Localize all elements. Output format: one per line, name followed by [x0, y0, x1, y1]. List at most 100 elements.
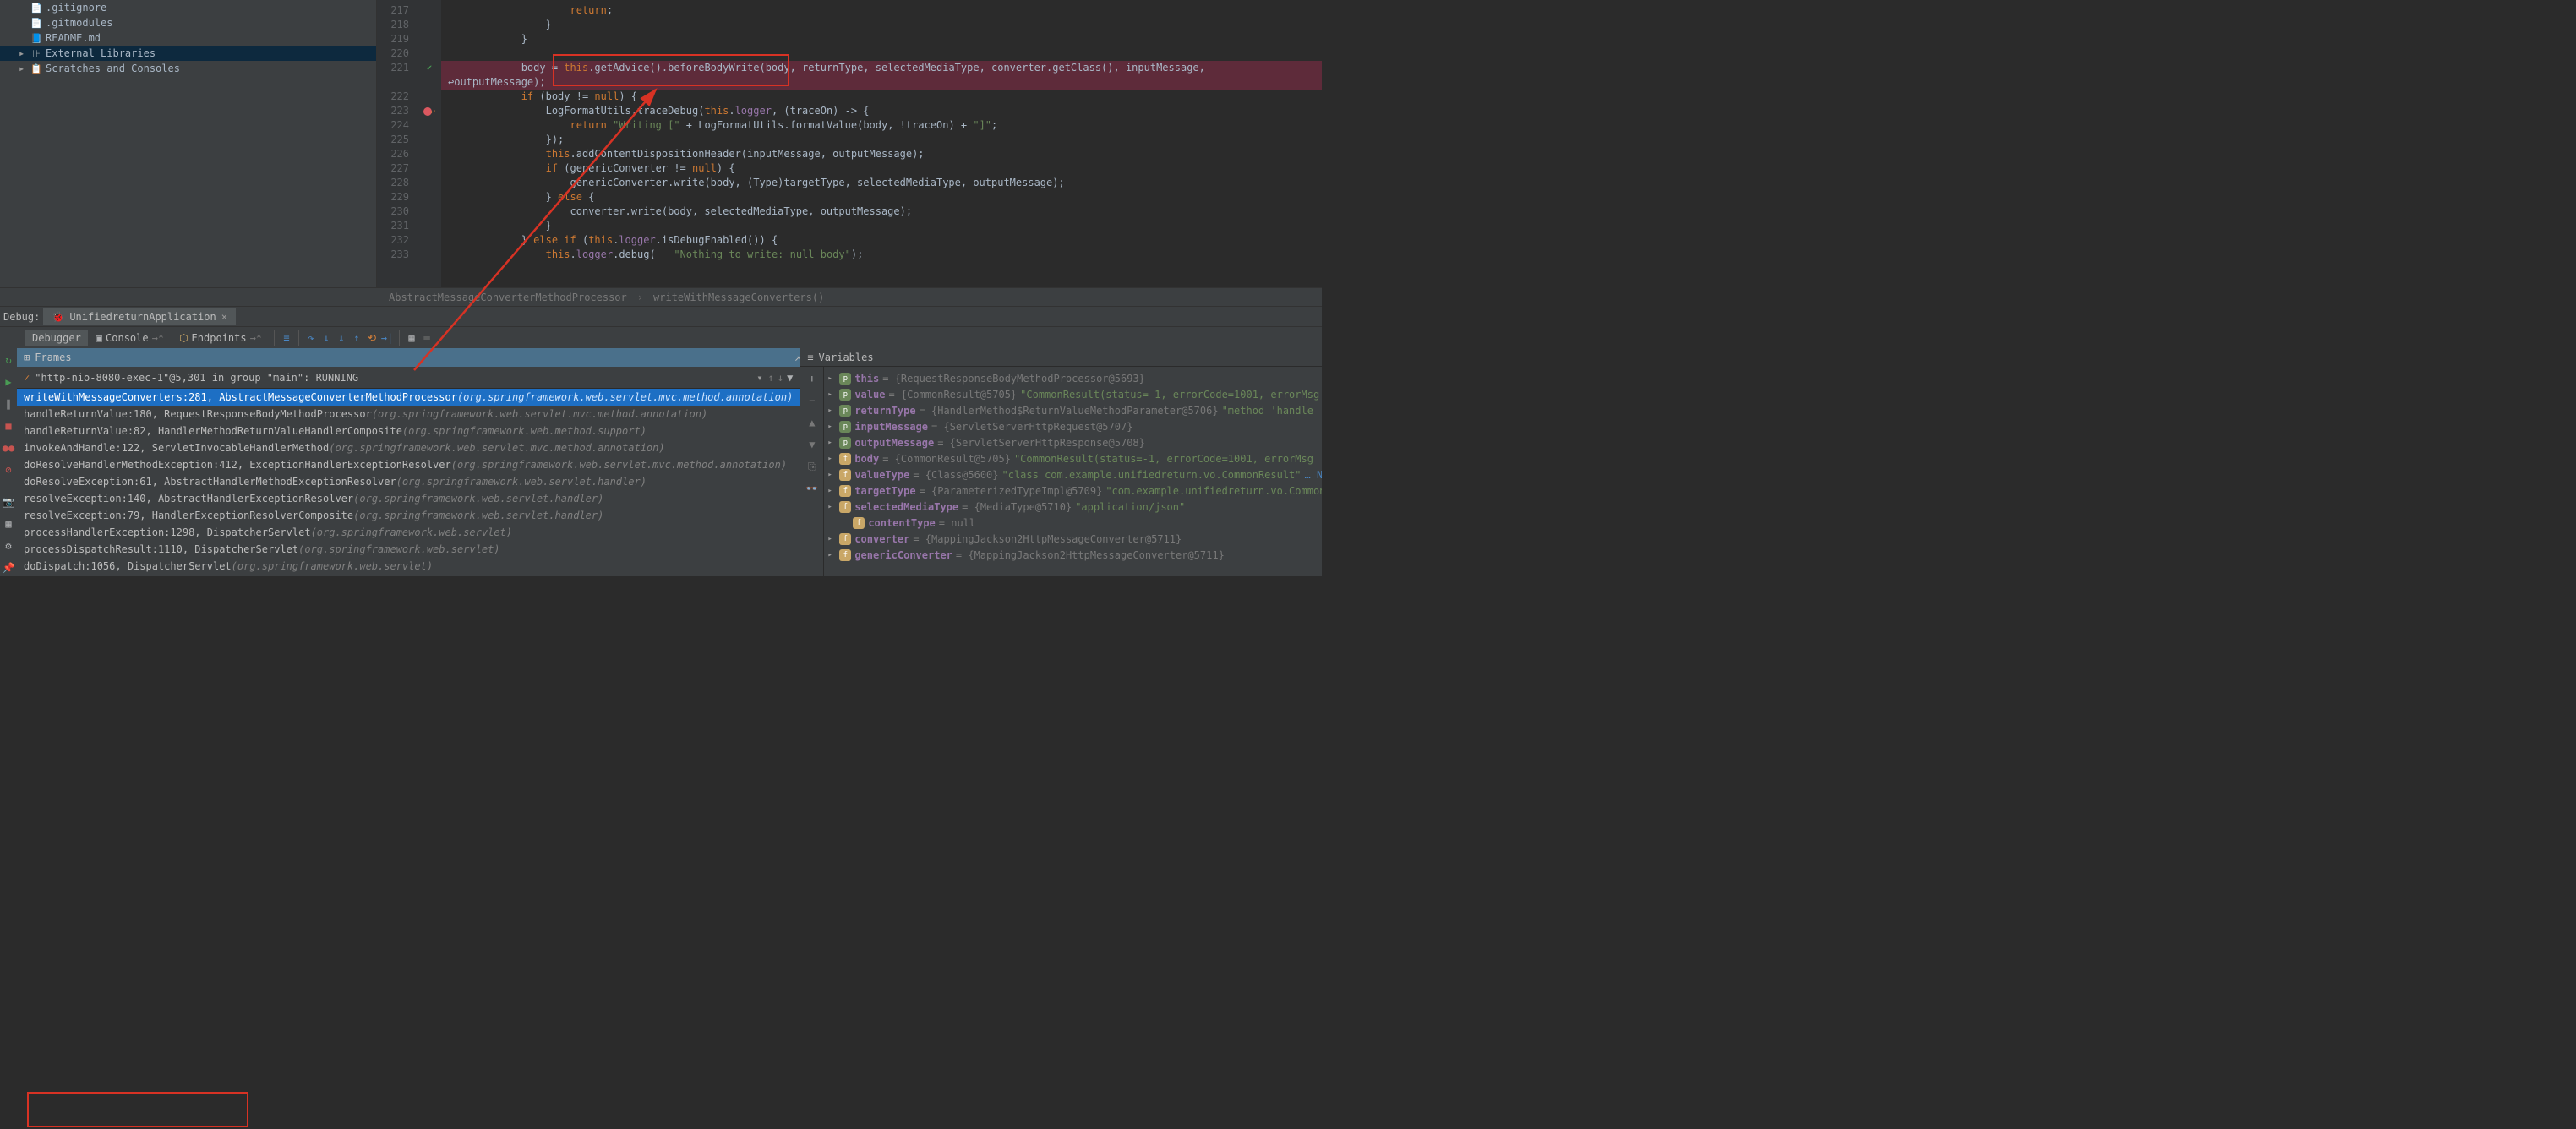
- step-into-icon[interactable]: ↓: [319, 331, 333, 345]
- step-over-icon[interactable]: ↷: [304, 331, 318, 345]
- restore-layout-icon[interactable]: ↗: [794, 352, 800, 363]
- variables-list[interactable]: ▸pthis = {RequestResponseBodyMethodProce…: [824, 367, 1322, 576]
- code-editor[interactable]: 217218219220221 222223224225226227228229…: [377, 0, 1322, 287]
- stack-frame[interactable]: resolveException:140, AbstractHandlerExc…: [17, 490, 800, 507]
- tree-item[interactable]: 📘README.md: [0, 30, 376, 46]
- code-line[interactable]: }: [441, 32, 1322, 46]
- stack-frame[interactable]: handleReturnValue:82, HandlerMethodRetur…: [17, 423, 800, 439]
- pause-icon[interactable]: ∥: [0, 395, 17, 412]
- mute-breakpoints-icon[interactable]: ⊘: [0, 461, 17, 478]
- expand-arrow-icon[interactable]: ▸: [827, 439, 836, 447]
- copy-icon[interactable]: ⎘: [804, 458, 821, 475]
- code-line[interactable]: if (body != null) {: [441, 90, 1322, 104]
- stack-frame[interactable]: processHandlerException:1298, Dispatcher…: [17, 524, 800, 541]
- variable-item[interactable]: ▸pinputMessage = {ServletServerHttpReque…: [824, 418, 1322, 434]
- variable-item[interactable]: ▸pvalue = {CommonResult@5705} "CommonRes…: [824, 386, 1322, 402]
- code-line[interactable]: this.addContentDispositionHeader(inputMe…: [441, 147, 1322, 161]
- pin-icon[interactable]: 📌: [0, 559, 17, 576]
- expand-arrow-icon[interactable]: ▸: [827, 471, 836, 479]
- breadcrumb[interactable]: AbstractMessageConverterMethodProcessor …: [0, 287, 1322, 306]
- expand-arrow-icon[interactable]: ▸: [827, 455, 836, 463]
- code-line[interactable]: } else {: [441, 190, 1322, 205]
- prev-frame-icon[interactable]: ↑: [768, 372, 774, 384]
- next-frame-icon[interactable]: ↓: [778, 372, 783, 384]
- stack-frame[interactable]: handleReturnValue:180, RequestResponseBo…: [17, 406, 800, 423]
- expand-arrow-icon[interactable]: ▸: [827, 374, 836, 383]
- variable-item[interactable]: ▸pthis = {RequestResponseBodyMethodProce…: [824, 370, 1322, 386]
- tree-item[interactable]: ▸📋Scratches and Consoles: [0, 61, 376, 76]
- debug-tool-window-header[interactable]: Debug: 🐞 UnifiedreturnApplication ×: [0, 306, 1322, 326]
- tab-endpoints[interactable]: ⬡Endpoints→*: [172, 330, 269, 346]
- variable-item[interactable]: fcontentType = null: [824, 515, 1322, 531]
- code-line[interactable]: });: [441, 133, 1322, 147]
- code-line[interactable]: if (genericConverter != null) {: [441, 161, 1322, 176]
- glasses-icon[interactable]: 👓: [804, 480, 821, 497]
- code-line[interactable]: return;: [441, 3, 1322, 18]
- project-tree[interactable]: 📄.gitignore📄.gitmodules📘README.md▸⊪Exter…: [0, 0, 377, 287]
- resume-icon[interactable]: ▶: [0, 374, 17, 390]
- stop-icon[interactable]: ■: [0, 417, 17, 434]
- code-line[interactable]: return "Writing [" + LogFormatUtils.form…: [441, 118, 1322, 133]
- variables-actions[interactable]: + − ▲ ▼ ⎘ 👓: [800, 367, 824, 576]
- code-content[interactable]: return; } } body = this.getAdvice().befo…: [441, 0, 1322, 287]
- trace-icon[interactable]: ═: [420, 331, 434, 345]
- down-icon[interactable]: ▼: [804, 436, 821, 453]
- expand-arrow-icon[interactable]: ▸: [827, 551, 836, 559]
- expand-arrow-icon[interactable]: ▸: [827, 406, 836, 415]
- stack-frame[interactable]: doDispatch:1056, DispatcherServlet (org.…: [17, 558, 800, 575]
- variable-item[interactable]: ▸fgenericConverter = {MappingJackson2Htt…: [824, 547, 1322, 563]
- debug-actions-bar[interactable]: ↻ ▶ ∥ ■ ●● ⊘ 📷 ▦ ⚙ 📌: [0, 348, 17, 576]
- tree-item[interactable]: ▸⊪External Libraries: [0, 46, 376, 61]
- expand-arrow-icon[interactable]: ▸: [827, 487, 836, 495]
- stack-frame[interactable]: processDispatchResult:1110, DispatcherSe…: [17, 541, 800, 558]
- expand-arrow-icon[interactable]: ▸: [827, 423, 836, 431]
- drop-frame-icon[interactable]: ⟲: [365, 331, 379, 345]
- layout-icon[interactable]: ▦: [0, 515, 17, 532]
- breadcrumb-method[interactable]: writeWithMessageConverters(): [653, 292, 824, 303]
- breadcrumb-class[interactable]: AbstractMessageConverterMethodProcessor: [389, 292, 627, 303]
- filter-icon[interactable]: ▼: [787, 372, 793, 384]
- tree-item[interactable]: 📄.gitmodules: [0, 15, 376, 30]
- variable-item[interactable]: ▸fconverter = {MappingJackson2HttpMessag…: [824, 531, 1322, 547]
- code-line[interactable]: converter.write(body, selectedMediaType,…: [441, 205, 1322, 219]
- gutter-icons[interactable]: ✔↵: [418, 0, 441, 287]
- variable-item[interactable]: ▸fvalueType = {Class@5600} "class com.ex…: [824, 466, 1322, 483]
- frames-list[interactable]: writeWithMessageConverters:281, Abstract…: [17, 389, 800, 576]
- stack-frame[interactable]: resolveException:79, HandlerExceptionRes…: [17, 507, 800, 524]
- thread-selector[interactable]: ✓ "http-nio-8080-exec-1"@5,301 in group …: [17, 367, 800, 389]
- code-line[interactable]: body = this.getAdvice().beforeBodyWrite(…: [441, 61, 1322, 75]
- run-to-cursor-icon[interactable]: →|: [380, 331, 394, 345]
- evaluate-icon[interactable]: ▦: [405, 331, 418, 345]
- variables-panel[interactable]: ↗ ≡ Variables + − ▲ ▼ ⎘ 👓 ▸pthis = {Requ…: [800, 348, 1322, 576]
- debug-toolbar[interactable]: Debugger ▣Console→* ⬡Endpoints→* ≡ ↷ ↓ ⇓…: [0, 326, 1322, 348]
- force-step-into-icon[interactable]: ⇓: [335, 331, 348, 345]
- stack-frame[interactable]: invokeAndHandle:122, ServletInvocableHan…: [17, 439, 800, 456]
- expand-arrow-icon[interactable]: ▸: [827, 535, 836, 543]
- add-watch-icon[interactable]: +: [804, 370, 821, 387]
- stack-frame[interactable]: doResolveHandlerMethodException:412, Exc…: [17, 456, 800, 473]
- code-line[interactable]: this.logger.debug( "Nothing to write: nu…: [441, 248, 1322, 262]
- code-line[interactable]: genericConverter.write(body, (Type)targe…: [441, 176, 1322, 190]
- camera-icon[interactable]: 📷: [0, 494, 17, 510]
- up-icon[interactable]: ▲: [804, 414, 821, 431]
- tab-debugger[interactable]: Debugger: [25, 330, 88, 346]
- variable-item[interactable]: ▸preturnType = {HandlerMethod$ReturnValu…: [824, 402, 1322, 418]
- tab-console[interactable]: ▣Console→*: [90, 330, 171, 346]
- settings-icon[interactable]: ⚙: [0, 537, 17, 554]
- variable-item[interactable]: ▸fbody = {CommonResult@5705} "CommonResu…: [824, 450, 1322, 466]
- code-line[interactable]: [441, 46, 1322, 61]
- remove-watch-icon[interactable]: −: [804, 392, 821, 409]
- expand-arrow-icon[interactable]: ▸: [827, 503, 836, 511]
- variable-item[interactable]: ▸poutputMessage = {ServletServerHttpResp…: [824, 434, 1322, 450]
- chevron-down-icon[interactable]: ▾: [751, 372, 767, 384]
- expand-arrow-icon[interactable]: ▸: [827, 390, 836, 399]
- stack-frame[interactable]: writeWithMessageConverters:281, Abstract…: [17, 389, 800, 406]
- step-out-icon[interactable]: ↑: [350, 331, 363, 345]
- variable-item[interactable]: ▸ftargetType = {ParameterizedTypeImpl@57…: [824, 483, 1322, 499]
- code-line[interactable]: }: [441, 18, 1322, 32]
- frames-panel[interactable]: ⊞ Frames ✓ "http-nio-8080-exec-1"@5,301 …: [17, 348, 800, 576]
- tree-item[interactable]: 📄.gitignore: [0, 0, 376, 15]
- code-line[interactable]: } else if (this.logger.isDebugEnabled())…: [441, 233, 1322, 248]
- debug-config-tab[interactable]: 🐞 UnifiedreturnApplication ×: [43, 308, 236, 325]
- code-line[interactable]: LogFormatUtils.traceDebug(this.logger, (…: [441, 104, 1322, 118]
